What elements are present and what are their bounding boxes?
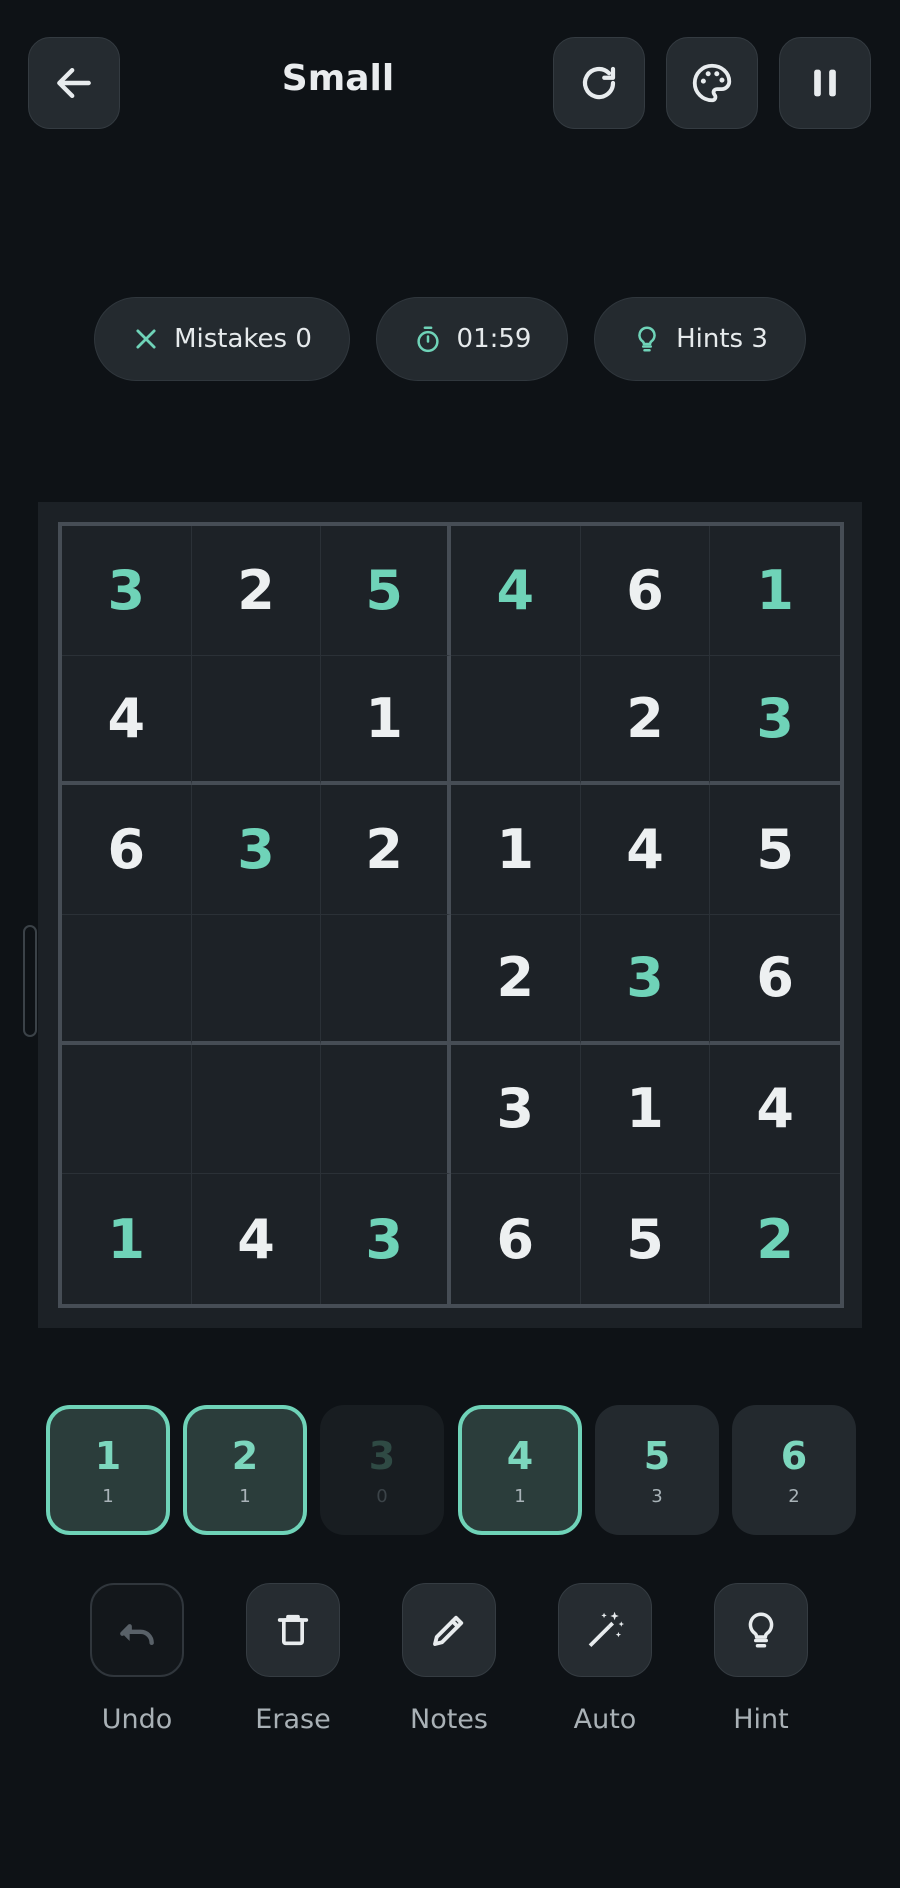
board-cell[interactable]: 1: [62, 1174, 192, 1304]
lightbulb-icon: [638, 326, 656, 352]
page-title: Small: [281, 58, 395, 99]
board-cell[interactable]: 3: [191, 785, 322, 915]
theme-button[interactable]: [666, 37, 758, 129]
board-cell[interactable]: 2: [580, 655, 711, 786]
board-cell[interactable]: 6: [62, 785, 192, 915]
pause-button[interactable]: [779, 37, 871, 129]
board-cell[interactable]: [451, 655, 581, 786]
remaining-count: 2: [788, 1485, 800, 1507]
board-cell[interactable]: [62, 1044, 192, 1175]
board-cell[interactable]: 5: [581, 1174, 711, 1304]
board-cell[interactable]: 3: [710, 656, 840, 786]
remaining-count: 1: [514, 1485, 526, 1507]
board-cell[interactable]: 4: [62, 655, 192, 786]
board-cell[interactable]: 1: [451, 785, 581, 915]
erase-label: Erase: [255, 1704, 331, 1735]
timer-pill: 01:59: [376, 297, 568, 381]
board-cell[interactable]: 1: [321, 655, 451, 786]
board-cell[interactable]: 4: [451, 526, 581, 656]
board-cell[interactable]: 2: [321, 785, 451, 915]
number-digit: 6: [780, 1433, 808, 1478]
number-button-6[interactable]: 62: [732, 1405, 856, 1535]
auto-button[interactable]: [558, 1583, 652, 1677]
undo-button[interactable]: [90, 1583, 184, 1677]
board-cell[interactable]: 1: [580, 1044, 711, 1175]
number-digit: 2: [231, 1433, 259, 1478]
remaining-count: 0: [376, 1485, 388, 1507]
board-cell[interactable]: 5: [321, 526, 451, 656]
board-cell[interactable]: [62, 915, 192, 1045]
number-button-3[interactable]: 30: [320, 1405, 444, 1535]
restart-icon: [582, 66, 616, 100]
side-drag-handle[interactable]: [23, 925, 37, 1037]
lightbulb-icon: [748, 1612, 774, 1648]
undo-icon: [120, 1624, 154, 1646]
board-cell[interactable]: 4: [710, 1045, 840, 1175]
number-digit: 5: [643, 1433, 671, 1478]
remaining-count: 3: [651, 1485, 663, 1507]
board-cell[interactable]: 3: [62, 526, 192, 656]
board-cell[interactable]: 2: [191, 526, 322, 656]
board-cell[interactable]: 6: [580, 526, 711, 656]
number-digit: 4: [506, 1433, 534, 1478]
number-button-1[interactable]: 11: [46, 1405, 170, 1535]
mistakes-pill: Mistakes 0: [94, 297, 350, 381]
notes-button[interactable]: [402, 1583, 496, 1677]
board-cell[interactable]: [321, 915, 451, 1045]
board-cell[interactable]: 1: [710, 526, 840, 656]
magic-wand-icon: [588, 1611, 624, 1648]
number-button-4[interactable]: 41: [458, 1405, 582, 1535]
number-button-2[interactable]: 21: [183, 1405, 307, 1535]
trash-icon: [277, 1614, 309, 1646]
board-cell[interactable]: [191, 915, 322, 1045]
hints-label: Hints 3: [676, 324, 768, 354]
hint-button[interactable]: [714, 1583, 808, 1677]
restart-button[interactable]: [553, 37, 645, 129]
board-cell[interactable]: 6: [451, 1174, 581, 1304]
board-cell[interactable]: 2: [451, 915, 581, 1045]
board-cell[interactable]: 5: [710, 785, 840, 915]
board-cell[interactable]: 2: [710, 1174, 840, 1304]
erase-button[interactable]: [246, 1583, 340, 1677]
pencil-icon: [433, 1615, 464, 1646]
board-cell[interactable]: [191, 655, 322, 786]
back-button[interactable]: [28, 37, 120, 129]
board-cell[interactable]: [191, 1044, 322, 1175]
mistakes-label: Mistakes 0: [174, 324, 312, 354]
hints-pill: Hints 3: [594, 297, 806, 381]
undo-label: Undo: [101, 1704, 173, 1735]
board-cell[interactable]: 3: [321, 1174, 451, 1304]
board-cell[interactable]: 6: [710, 915, 840, 1045]
number-digit: 3: [368, 1433, 396, 1478]
board-cell[interactable]: 3: [580, 915, 711, 1045]
remaining-count: 1: [102, 1485, 114, 1507]
board-cell[interactable]: 4: [580, 785, 711, 915]
close-icon: [136, 329, 156, 349]
palette-icon: [692, 63, 732, 103]
sudoku-board: 3254614123632145236314143652: [58, 522, 844, 1308]
hint-label: Hint: [733, 1704, 789, 1735]
auto-label: Auto: [573, 1704, 637, 1735]
board-cell[interactable]: 4: [192, 1174, 322, 1304]
pause-icon: [814, 69, 836, 97]
number-digit: 1: [94, 1433, 122, 1478]
arrow-left-icon: [57, 67, 91, 99]
remaining-count: 1: [239, 1485, 251, 1507]
stopwatch-icon: [416, 326, 439, 353]
notes-label: Notes: [410, 1704, 488, 1735]
timer-value: 01:59: [456, 324, 532, 354]
board-cell[interactable]: [321, 1044, 451, 1175]
number-button-5[interactable]: 53: [595, 1405, 719, 1535]
board-cell[interactable]: 3: [451, 1044, 581, 1175]
